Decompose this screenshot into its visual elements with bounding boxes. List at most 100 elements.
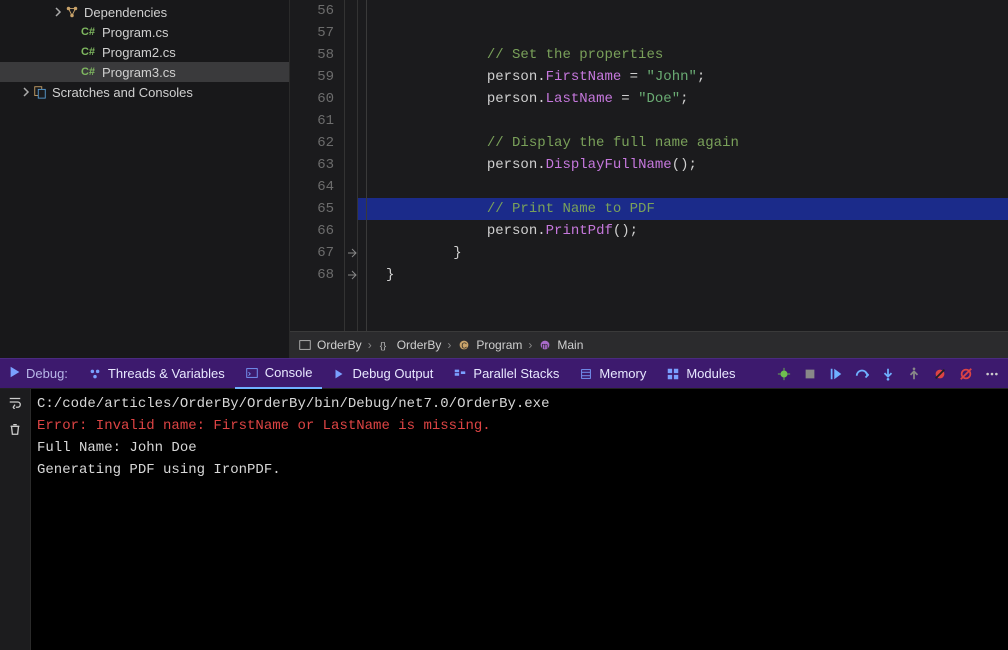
resume-icon[interactable] <box>828 366 844 382</box>
step-over-icon[interactable] <box>854 366 870 382</box>
memory-icon <box>579 367 593 381</box>
line-number[interactable]: 60 <box>290 88 344 110</box>
tab-label: Threads & Variables <box>108 366 225 381</box>
line-number[interactable]: 65 <box>290 198 344 220</box>
more-icon[interactable] <box>984 366 1000 382</box>
line-number[interactable]: 64 <box>290 176 344 198</box>
console-line: Full Name: John Doe <box>37 437 1002 459</box>
chevron-right-icon[interactable] <box>52 7 64 17</box>
code-line[interactable] <box>358 0 1008 22</box>
project-icon <box>298 338 312 352</box>
tab-modules[interactable]: Modules <box>656 359 745 389</box>
code-lines[interactable]: // Set the properties person.FirstName =… <box>358 0 1008 331</box>
line-number[interactable]: 67 <box>290 242 344 264</box>
dependencies-icon <box>64 5 80 19</box>
tab-label: Debug Output <box>352 366 433 381</box>
line-number[interactable]: 61 <box>290 110 344 132</box>
breadcrumb-item[interactable]: OrderBy <box>298 338 362 352</box>
tree-item-label: Program3.cs <box>102 65 176 80</box>
step-out-icon[interactable] <box>906 366 922 382</box>
bug-icon[interactable] <box>776 366 792 382</box>
console-line: C:/code/articles/OrderBy/OrderBy/bin/Deb… <box>37 393 1002 415</box>
tab-console[interactable]: Console <box>235 359 323 389</box>
code-line[interactable]: } <box>358 242 1008 264</box>
svg-text:{}: {} <box>379 341 386 352</box>
tab-label: Console <box>265 365 313 380</box>
tree-item-label: Program.cs <box>102 25 168 40</box>
chevron-right-icon[interactable] <box>20 87 32 97</box>
svg-text:C: C <box>462 342 468 351</box>
line-number[interactable]: 62 <box>290 132 344 154</box>
line-number[interactable]: 68 <box>290 264 344 286</box>
soft-wrap-icon[interactable] <box>8 395 22 412</box>
console-icon <box>245 366 259 380</box>
code-line[interactable]: person.PrintPdf(); <box>358 220 1008 242</box>
breadcrumb-separator: › <box>447 338 451 352</box>
tree-item-cs[interactable]: C# Program2.cs <box>0 42 289 62</box>
clear-icon[interactable] <box>8 422 22 439</box>
line-number[interactable]: 66 <box>290 220 344 242</box>
tab-label: Modules <box>686 366 735 381</box>
code-line[interactable]: // Print Name to PDF <box>358 198 1008 220</box>
fold-column[interactable] <box>344 0 358 331</box>
code-editor: 56575859606162636465666768 // Set the pr… <box>290 0 1008 358</box>
fold-end-icon[interactable] <box>346 247 358 259</box>
breadcrumb-label: OrderBy <box>317 338 362 352</box>
breadcrumb-item[interactable]: C Program <box>457 338 522 352</box>
code-line[interactable]: person.FirstName = "John"; <box>358 66 1008 88</box>
tab-label: Memory <box>599 366 646 381</box>
breadcrumb-label: Program <box>476 338 522 352</box>
tree-item-dependencies[interactable]: Dependencies <box>0 2 289 22</box>
code-line[interactable]: person.DisplayFullName(); <box>358 154 1008 176</box>
breadcrumb-separator: › <box>528 338 532 352</box>
output-icon <box>332 367 346 381</box>
line-number[interactable]: 57 <box>290 22 344 44</box>
console-output[interactable]: C:/code/articles/OrderBy/OrderBy/bin/Deb… <box>30 389 1008 650</box>
breadcrumb-label: OrderBy <box>397 338 442 352</box>
tree-item-cs[interactable]: C# Program3.cs <box>0 62 289 82</box>
tree-item-cs[interactable]: C# Program.cs <box>0 22 289 42</box>
tree-item-scratches[interactable]: Scratches and Consoles <box>0 82 289 102</box>
csharp-file-icon: C# <box>82 66 98 78</box>
breadcrumb-item[interactable]: {} OrderBy <box>378 338 442 352</box>
line-number[interactable]: 56 <box>290 0 344 22</box>
tree-item-label: Program2.cs <box>102 45 176 60</box>
tree-item-label: Dependencies <box>84 5 167 20</box>
breadcrumb[interactable]: OrderBy›{}OrderBy›CProgram›mMain <box>290 331 1008 358</box>
tab-memory[interactable]: Memory <box>569 359 656 389</box>
namespace-icon: {} <box>378 338 392 352</box>
breadcrumb-item[interactable]: mMain <box>538 338 583 352</box>
fold-end-icon[interactable] <box>346 269 358 281</box>
scratches-icon <box>32 85 48 99</box>
csharp-file-icon: C# <box>82 46 98 58</box>
debug-toolbar: Debug: Threads & Variables Console Debug O… <box>0 358 1008 388</box>
tab-output[interactable]: Debug Output <box>322 359 443 389</box>
console-line: Generating PDF using IronPDF. <box>37 459 1002 481</box>
tab-stacks[interactable]: Parallel Stacks <box>443 359 569 389</box>
line-number[interactable]: 58 <box>290 44 344 66</box>
code-line[interactable]: } <box>358 264 1008 286</box>
tab-threads[interactable]: Threads & Variables <box>78 359 235 389</box>
svg-text:m: m <box>542 342 549 351</box>
line-number[interactable]: 63 <box>290 154 344 176</box>
code-line[interactable]: // Set the properties <box>358 44 1008 66</box>
class-icon: C <box>457 338 471 352</box>
debug-label-text: Debug: <box>26 366 68 381</box>
line-number[interactable]: 59 <box>290 66 344 88</box>
debug-icon <box>8 365 22 382</box>
project-sidebar: Dependencies C# Program.cs C# Program2.cs C# P… <box>0 0 290 358</box>
tree-item-label: Scratches and Consoles <box>52 85 193 100</box>
code-line[interactable]: person.LastName = "Doe"; <box>358 88 1008 110</box>
code-line[interactable] <box>358 176 1008 198</box>
step-into-icon[interactable] <box>880 366 896 382</box>
disable-breakpoints-icon[interactable] <box>932 366 948 382</box>
code-line[interactable] <box>358 110 1008 132</box>
stop-icon[interactable] <box>802 366 818 382</box>
mute-breakpoints-icon[interactable] <box>958 366 974 382</box>
tab-label: Parallel Stacks <box>473 366 559 381</box>
code-line[interactable]: // Display the full name again <box>358 132 1008 154</box>
console-panel: C:/code/articles/OrderBy/OrderBy/bin/Deb… <box>0 388 1008 650</box>
code-line[interactable] <box>358 22 1008 44</box>
method-icon: m <box>538 338 552 352</box>
csharp-file-icon: C# <box>82 26 98 38</box>
